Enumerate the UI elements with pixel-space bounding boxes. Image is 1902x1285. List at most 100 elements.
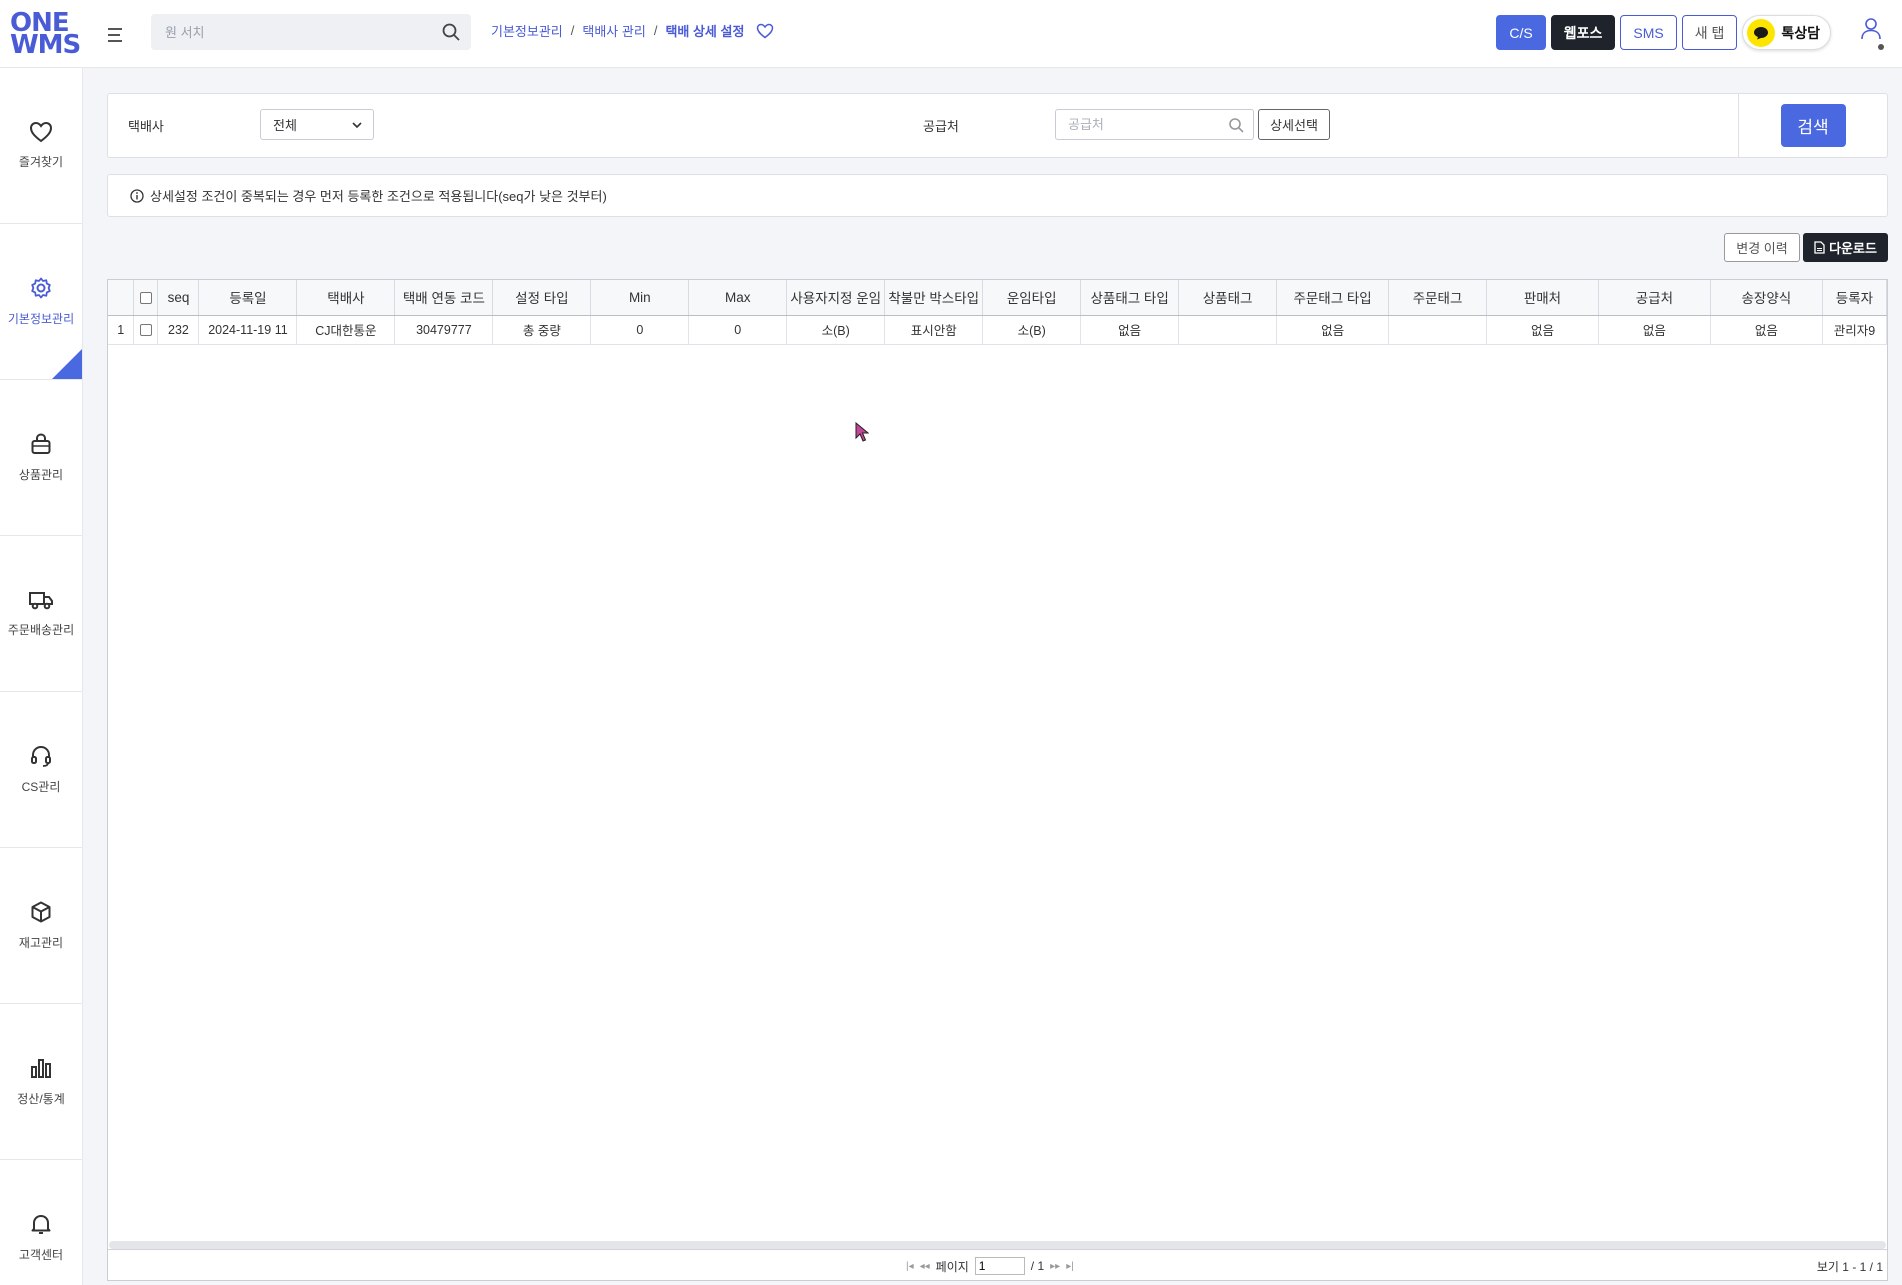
row-number: 1 [108, 315, 135, 345]
search-icon[interactable] [1228, 117, 1245, 134]
cell-reg-date: 2024-11-19 11 [198, 315, 298, 345]
sidebar-item-label: 즐겨찾기 [18, 155, 64, 169]
cs-button[interactable]: C/S [1496, 15, 1546, 50]
select-all-checkbox[interactable] [139, 292, 152, 305]
heart-icon [29, 121, 53, 143]
headset-icon [31, 745, 51, 767]
user-status-dot [1878, 44, 1884, 50]
detail-select-button[interactable]: 상세선택 [1258, 109, 1330, 140]
cell-supplier: 없음 [1598, 315, 1711, 345]
filter-panel: 택배사 전체 공급처 상세선택 검색 [107, 93, 1888, 158]
supplier-field [1055, 109, 1254, 140]
carrier-select[interactable]: 전체 [260, 109, 374, 140]
download-button[interactable]: 다운로드 [1803, 233, 1888, 262]
column-header[interactable]: Min [590, 280, 690, 316]
menu-toggle-icon[interactable] [108, 24, 126, 44]
search-button[interactable]: 검색 [1780, 104, 1846, 147]
cell-cod-box-type: 표시안함 [884, 315, 984, 345]
talk-consult-button[interactable]: 톡상담 [1742, 15, 1831, 50]
column-header[interactable]: 판매처 [1486, 280, 1599, 316]
column-header[interactable]: 송장양식 [1710, 280, 1823, 316]
table-row[interactable]: 1 232 2024-11-19 11 CJ대한통운 30479777 총 중량… [108, 315, 1888, 345]
breadcrumb-item-basic-info[interactable]: 기본정보관리 [491, 21, 563, 40]
cell-setting-type: 총 중량 [492, 315, 592, 345]
cell-max: 0 [688, 315, 788, 345]
page-total: / 1 [1030, 1259, 1045, 1273]
column-header[interactable]: 운임타입 [982, 280, 1082, 316]
sidebar-item-label: 고객센터 [18, 1248, 64, 1262]
column-header[interactable]: 등록자 [1822, 280, 1888, 316]
sidebar-item-favorites[interactable]: 즐겨찾기 [0, 68, 82, 224]
breadcrumb-item-carrier-manage[interactable]: 택배사 관리 [582, 21, 645, 40]
sidebar-item-inventory[interactable]: 재고관리 [0, 848, 82, 1004]
breadcrumb-separator: / [653, 23, 658, 38]
grid-header-row: seq 등록일 택배사 택배 연동 코드 설정 타입 Min Max 사용자지정… [108, 280, 1888, 316]
active-indicator [52, 349, 82, 379]
row-checkbox[interactable] [139, 324, 152, 337]
cell-seller: 없음 [1486, 315, 1599, 345]
download-label: 다운로드 [1829, 241, 1877, 256]
pager: |◂ ◂◂ 페이지 / 1 ▸▸ ▸| 보기 1 - 1 / 1 [108, 1249, 1887, 1280]
column-header-rownum [108, 280, 135, 316]
first-page-icon[interactable]: |◂ [906, 1261, 914, 1272]
breadcrumb-current: 택배 상세 설정 [665, 24, 745, 39]
column-header[interactable]: 택배 연동 코드 [394, 280, 494, 316]
column-header[interactable]: 상품태그 [1178, 280, 1278, 316]
sms-button[interactable]: SMS [1620, 15, 1677, 50]
app-logo[interactable]: ONE WMS [10, 10, 81, 60]
bag-icon [31, 433, 51, 454]
column-header[interactable]: 설정 타입 [492, 280, 592, 316]
horizontal-scrollbar[interactable] [109, 1241, 1886, 1249]
column-header[interactable]: 공급처 [1598, 280, 1711, 316]
gear-icon [31, 277, 51, 299]
cell-order-tag [1388, 315, 1488, 345]
notice-banner: 상세설정 조건이 중복되는 경우 먼저 등록한 조건으로 적용됩니다(seq가 … [107, 174, 1888, 217]
sidebar-item-settlement[interactable]: 정산/통계 [0, 1004, 82, 1160]
row-select[interactable] [133, 315, 159, 345]
breadcrumb: 기본정보관리 / 택배사 관리 / 택배 상세 설정 [491, 21, 774, 40]
file-icon [1814, 241, 1825, 254]
global-search-input[interactable] [151, 14, 431, 50]
new-tab-button[interactable]: 새 탭 [1681, 15, 1738, 50]
sidebar-item-cs[interactable]: CS관리 [0, 692, 82, 848]
cell-carrier: CJ대한통운 [296, 315, 396, 345]
pager-summary: 보기 1 - 1 / 1 [1816, 1260, 1883, 1274]
logo-line-2: WMS [10, 30, 81, 60]
column-header[interactable]: 등록일 [198, 280, 298, 316]
page-input[interactable] [974, 1257, 1025, 1275]
user-profile-icon[interactable] [1860, 17, 1882, 41]
chat-bubble-icon [1747, 18, 1776, 47]
carrier-label: 택배사 [128, 119, 164, 134]
sidebar-item-label: 상품관리 [18, 468, 64, 482]
sidebar-item-basic-info[interactable]: 기본정보관리 [0, 224, 82, 380]
breadcrumb-separator: / [570, 23, 575, 38]
webforce-button[interactable]: 웹포스 [1550, 15, 1616, 50]
cell-registrant: 관리자9 [1822, 315, 1888, 345]
change-history-button[interactable]: 변경 이력 [1724, 233, 1800, 262]
column-header[interactable]: 주문태그 [1388, 280, 1488, 316]
cell-order-tag-type: 없음 [1276, 315, 1390, 345]
chevron-down-icon [352, 122, 362, 129]
sidebar-item-orders[interactable]: 주문배송관리 [0, 536, 82, 692]
search-icon[interactable] [441, 22, 461, 42]
column-header[interactable]: Max [688, 280, 788, 316]
supplier-input[interactable] [1056, 110, 1216, 139]
talk-consult-label: 톡상담 [1781, 24, 1820, 41]
column-header[interactable]: 택배사 [296, 280, 396, 316]
prev-page-icon[interactable]: ◂◂ [920, 1261, 930, 1272]
favorite-heart-icon[interactable] [756, 23, 774, 39]
sidebar-item-products[interactable]: 상품관리 [0, 380, 82, 536]
column-header[interactable]: seq [157, 280, 200, 316]
next-page-icon[interactable]: ▸▸ [1050, 1261, 1060, 1272]
last-page-icon[interactable]: ▸| [1066, 1261, 1074, 1272]
sidebar-item-support[interactable]: 고객센터 [0, 1160, 82, 1285]
column-header[interactable]: 사용자지정 운임 [786, 280, 886, 316]
column-header[interactable]: 주문태그 타입 [1276, 280, 1390, 316]
column-header[interactable]: 착불만 박스타입 [884, 280, 984, 316]
sidebar-item-label: 정산/통계 [17, 1092, 65, 1106]
column-header-select-all[interactable] [133, 280, 159, 316]
sidebar: 즐겨찾기 기본정보관리 상품관리 주문배송관리 CS관리 재고관리 정산/통계 … [0, 68, 83, 1285]
column-header[interactable]: 상품태그 타입 [1080, 280, 1180, 316]
global-search [151, 14, 471, 50]
mouse-cursor-icon [855, 422, 869, 442]
